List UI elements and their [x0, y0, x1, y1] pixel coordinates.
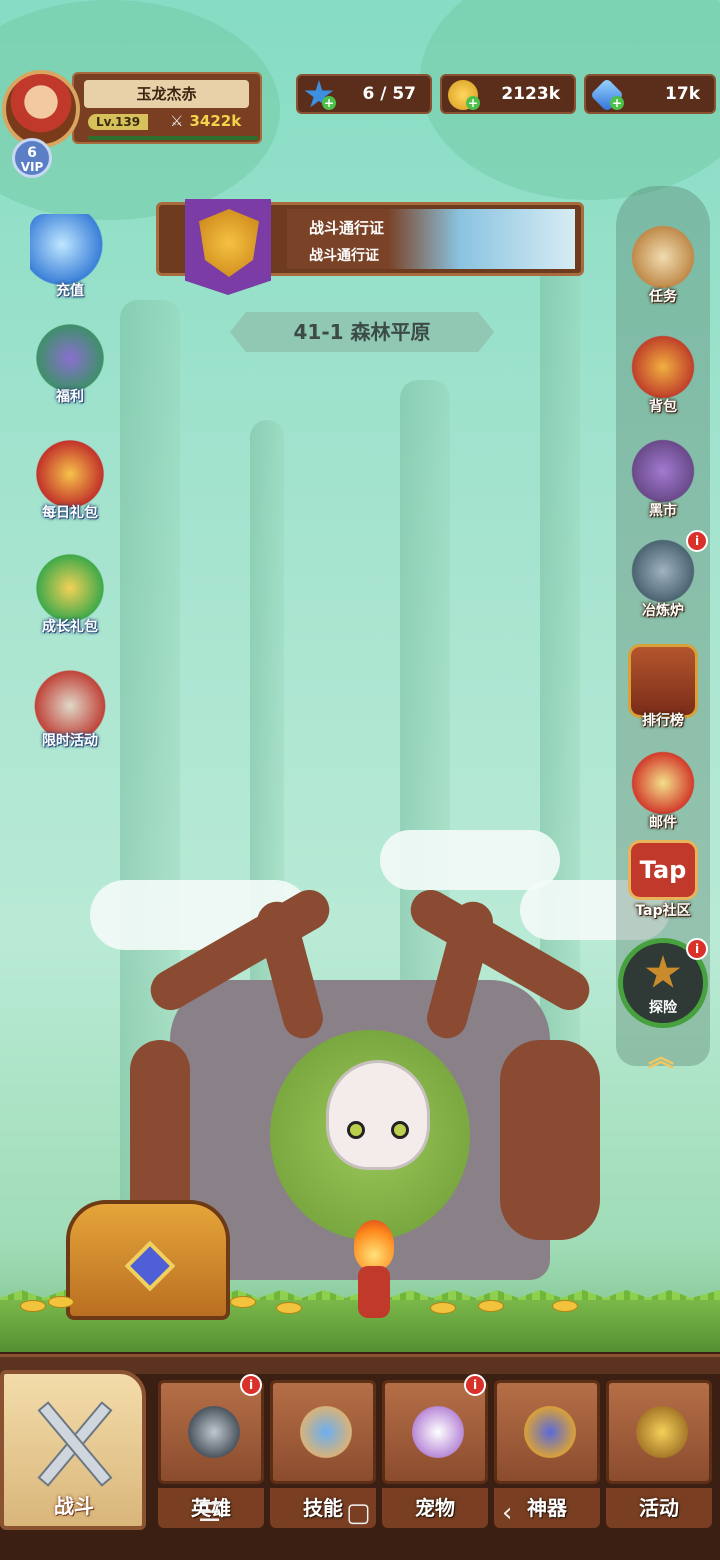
menu-label: 黑市 — [649, 503, 677, 519]
avatar[interactable] — [2, 70, 80, 148]
recents-icon[interactable]: ☰ — [198, 1498, 221, 1528]
gold-value: 2123k — [501, 84, 560, 104]
left-menu-recharge[interactable]: 充值 — [20, 214, 120, 314]
gold-counter[interactable]: + 2123k — [440, 74, 576, 114]
menu-label: 邮件 — [649, 815, 677, 831]
right-menu-black-market[interactable]: 黑市 — [616, 434, 710, 534]
player-info-panel: 玉龙杰赤 Lv.139 ⚔ 3422k — [72, 72, 262, 144]
menu-label: 限时活动 — [42, 733, 98, 749]
backpack-icon — [628, 330, 698, 404]
player-power: ⚔ 3422k — [170, 112, 241, 130]
battle-pass-banner[interactable]: 战斗通行证 战斗通行证 — [156, 199, 584, 295]
nav-card — [494, 1380, 600, 1484]
gem-pile-icon — [30, 214, 110, 290]
boss-mask[interactable] — [326, 1060, 430, 1170]
chest-gem-icon — [124, 1240, 176, 1292]
menu-label: 排行榜 — [642, 713, 684, 729]
vip-level: 6 — [27, 145, 37, 161]
horn-icon — [633, 1401, 691, 1463]
menu-label: 福利 — [56, 389, 84, 405]
menu-label: 冶炼炉 — [642, 603, 684, 619]
player-level: Lv.139 — [88, 114, 149, 130]
right-menu-bag[interactable]: 背包 — [616, 330, 710, 430]
wizard-gift-icon — [30, 320, 110, 396]
add-gems-button[interactable]: + — [610, 96, 624, 110]
boss-eye — [347, 1121, 365, 1139]
artifact-emblem-icon — [521, 1401, 579, 1463]
hero-flame — [354, 1220, 394, 1270]
tap-logo-icon: Tap — [628, 840, 698, 900]
right-menu-leaderboard[interactable]: 排行榜 — [616, 644, 710, 744]
explore-label: 探险 — [649, 1000, 677, 1016]
left-menu-growth-gift[interactable]: 成长礼包 — [20, 550, 120, 650]
add-gold-button[interactable]: + — [466, 96, 480, 110]
mail-icon — [628, 746, 698, 820]
left-menu-limited-event[interactable]: 限时活动 — [20, 664, 120, 764]
menu-label: Tap社区 — [635, 903, 691, 919]
add-stamina-button[interactable]: + — [322, 96, 336, 110]
gold-coin — [230, 1296, 256, 1308]
spellbook-icon — [297, 1401, 355, 1463]
menu-label: 任务 — [649, 289, 677, 305]
hero-body — [358, 1266, 390, 1318]
gem-value: 17k — [665, 84, 700, 104]
right-menu-mail[interactable]: 邮件 — [616, 746, 710, 846]
winged-pet-icon — [409, 1401, 467, 1463]
notification-badge: i — [464, 1374, 486, 1396]
notification-badge: i — [240, 1374, 262, 1396]
right-menu-quest[interactable]: 任务 — [616, 220, 710, 320]
home-icon[interactable]: ▢ — [346, 1498, 371, 1528]
right-menu-smelter[interactable]: 冶炼炉 i — [616, 530, 710, 634]
collapse-menu-chevron-icon[interactable]: ︽ — [636, 1040, 686, 1076]
gold-coin — [20, 1300, 46, 1312]
vip-label: VIP — [20, 160, 44, 174]
boss-arm — [500, 1040, 600, 1240]
money-bag-icon — [30, 664, 110, 740]
growth-gift-box-icon — [30, 550, 110, 626]
daily-gift-box-icon — [30, 436, 110, 512]
hero-character — [344, 1220, 404, 1320]
xp-bar — [88, 136, 258, 140]
back-icon[interactable]: ‹ — [502, 1498, 512, 1528]
market-stall-icon — [628, 434, 698, 508]
gold-coin — [552, 1300, 578, 1312]
stamina-counter[interactable]: + 6 / 57 — [296, 74, 432, 114]
gold-coin — [48, 1296, 74, 1308]
menu-label: 充值 — [56, 283, 84, 299]
knight-helmet-icon — [185, 1401, 243, 1463]
crossed-swords-icon: ⚔ — [170, 112, 184, 130]
battle-pass-subtitle: 战斗通行证 — [309, 248, 379, 264]
gold-coin — [276, 1302, 302, 1314]
player-profile[interactable]: 玉龙杰赤 Lv.139 ⚔ 3422k 6 VIP — [0, 66, 270, 178]
left-menu-daily-gift[interactable]: 每日礼包 — [20, 436, 120, 536]
menu-label: 背包 — [649, 399, 677, 415]
boss-eye — [391, 1121, 409, 1139]
menu-label: 成长礼包 — [42, 619, 98, 635]
notification-badge: i — [686, 530, 708, 552]
scroll-quill-icon — [628, 220, 698, 294]
notification-badge: i — [686, 938, 708, 960]
star-icon — [645, 955, 681, 988]
vip-badge[interactable]: 6 VIP — [12, 138, 52, 178]
gem-counter[interactable]: + 17k — [584, 74, 716, 114]
gold-coin — [430, 1302, 456, 1314]
treasure-chest[interactable] — [66, 1200, 230, 1320]
player-name: 玉龙杰赤 — [84, 80, 249, 108]
menu-label: 每日礼包 — [42, 505, 98, 521]
nav-card — [606, 1380, 712, 1484]
gold-coin — [478, 1300, 504, 1312]
stamina-value: 6 / 57 — [362, 84, 416, 104]
left-menu-welfare[interactable]: 福利 — [20, 320, 120, 420]
power-value: 3422k — [189, 112, 242, 130]
trophy-icon — [628, 644, 698, 718]
right-menu-tap-community[interactable]: Tap Tap社区 — [616, 840, 710, 940]
battle-pass-title: 战斗通行证 — [309, 219, 385, 237]
system-nav-bar: ☰ ▢ ‹ — [0, 1490, 720, 1560]
stage-label: 41-1 森林平原 — [230, 312, 494, 352]
cloud — [380, 830, 560, 890]
nav-card — [270, 1380, 376, 1484]
